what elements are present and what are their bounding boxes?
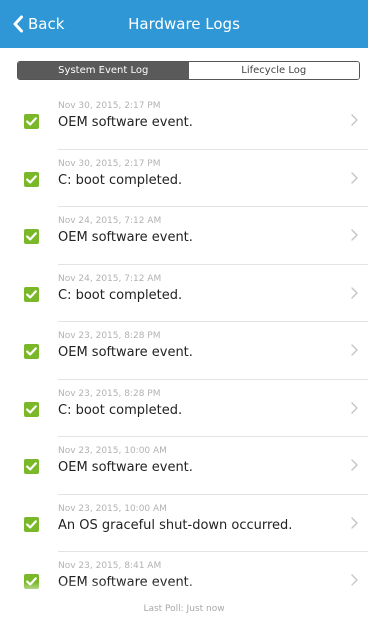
log-type-segmented-control: System Event Log Lifecycle Log — [17, 61, 360, 80]
chevron-right-icon — [351, 286, 358, 299]
log-message: An OS graceful shut-down occurred. — [58, 517, 293, 533]
log-message: C: boot completed. — [58, 402, 183, 418]
log-row[interactable]: Nov 23, 2015, 8:28 PM C: boot completed. — [0, 380, 368, 438]
log-timestamp: Nov 23, 2015, 8:28 PM — [58, 388, 161, 399]
log-row[interactable]: Nov 23, 2015, 10:00 AM An OS graceful sh… — [0, 495, 368, 553]
log-message: OEM software event. — [58, 345, 193, 360]
log-row[interactable]: Nov 30, 2015, 2:17 PM C: boot completed. — [0, 150, 368, 208]
tab-lifecycle-log[interactable]: Lifecycle Log — [188, 62, 359, 79]
chevron-right-icon — [351, 516, 358, 529]
log-timestamp: Nov 23, 2015, 8:41 AM — [58, 561, 162, 571]
chevron-right-icon — [351, 171, 358, 184]
back-button[interactable]: Back — [12, 12, 64, 36]
log-timestamp: Nov 23, 2015, 8:28 PM — [58, 331, 161, 341]
checkbox-checked-icon — [24, 229, 39, 244]
checkbox-checked-icon — [24, 286, 39, 302]
checkbox-checked-icon — [24, 344, 39, 359]
log-row[interactable]: Nov 23, 2015, 10:00 AM OEM software even… — [0, 437, 368, 495]
chevron-right-icon — [351, 401, 358, 414]
log-timestamp: Nov 30, 2015, 2:17 PM — [58, 158, 161, 169]
log-message: C: boot completed. — [58, 172, 183, 188]
chevron-left-icon — [12, 15, 28, 33]
log-timestamp: Nov 23, 2015, 10:00 AM — [58, 503, 167, 514]
chevron-right-icon — [351, 459, 358, 471]
log-timestamp: Nov 24, 2015, 7:12 AM — [58, 216, 162, 226]
checkbox-checked-icon — [24, 574, 39, 589]
checkbox-checked-icon — [24, 401, 39, 417]
log-timestamp: Nov 24, 2015, 7:12 AM — [58, 273, 162, 284]
nav-bar: Back Hardware Logs — [0, 0, 368, 48]
log-timestamp: Nov 30, 2015, 2:17 PM — [58, 101, 161, 111]
log-row[interactable]: Nov 24, 2015, 7:12 AM OEM software event… — [0, 207, 368, 265]
checkbox-checked-icon — [24, 114, 39, 129]
checkbox-checked-icon — [24, 459, 39, 474]
log-row[interactable]: Nov 23, 2015, 8:28 PM OEM software event… — [0, 322, 368, 380]
log-timestamp: Nov 23, 2015, 10:00 AM — [58, 446, 167, 456]
log-message: OEM software event. — [58, 230, 193, 245]
app-screen: Back Hardware Logs System Event Log Life… — [0, 0, 368, 621]
chevron-right-icon — [351, 574, 358, 586]
log-message: C: boot completed. — [58, 287, 183, 303]
log-list[interactable]: Nov 30, 2015, 2:17 PM OEM software event… — [0, 92, 368, 597]
log-row[interactable]: Nov 24, 2015, 7:12 AM C: boot completed. — [0, 265, 368, 323]
chevron-right-icon — [351, 229, 358, 241]
last-poll-status: Last Poll: Just now — [0, 597, 368, 621]
log-message: OEM software event. — [58, 460, 193, 475]
log-message: OEM software event. — [58, 115, 193, 130]
log-row[interactable]: Nov 30, 2015, 2:17 PM OEM software event… — [0, 92, 368, 150]
chevron-right-icon — [351, 344, 358, 356]
checkbox-checked-icon — [24, 516, 39, 532]
log-message: OEM software event. — [58, 575, 193, 590]
back-label: Back — [28, 15, 65, 33]
tab-system-event-log[interactable]: System Event Log — [18, 62, 189, 79]
chevron-right-icon — [351, 114, 358, 126]
checkbox-checked-icon — [24, 171, 39, 187]
log-row[interactable]: Nov 23, 2015, 8:41 AM OEM software event… — [0, 552, 368, 597]
